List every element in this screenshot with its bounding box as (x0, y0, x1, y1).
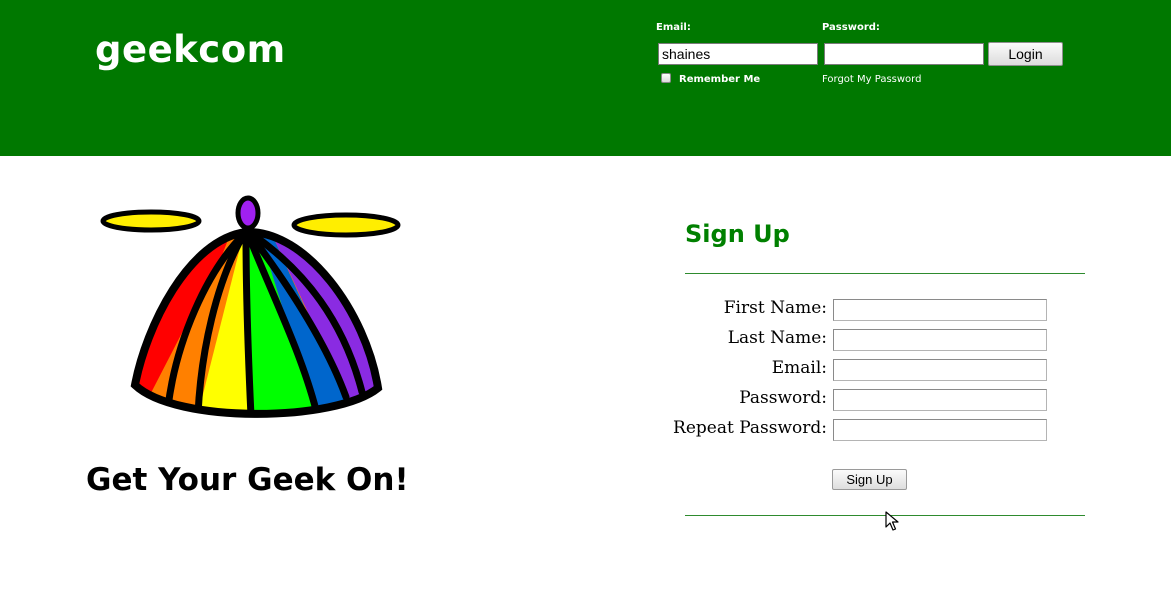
signup-email-label: Email: (771, 358, 827, 378)
remember-me-label: Remember Me (679, 74, 761, 85)
propeller-beanie-icon (100, 195, 401, 418)
forgot-password-link[interactable]: Forgot My Password (822, 74, 921, 85)
signup-top-divider (685, 273, 1085, 274)
hero-tagline: Get Your Geek On! (86, 462, 409, 498)
first-name-input[interactable] (833, 299, 1047, 321)
login-email-input[interactable] (658, 43, 818, 65)
site-logo-text[interactable]: geekcom (95, 28, 286, 71)
signup-title: Sign Up (685, 220, 790, 248)
remember-me-checkbox[interactable] (661, 73, 671, 83)
signup-password-input[interactable] (833, 389, 1047, 411)
mouse-cursor-icon (885, 511, 899, 531)
first-name-label: First Name: (723, 298, 827, 318)
signup-email-input[interactable] (833, 359, 1047, 381)
login-email-label: Email: (656, 22, 691, 33)
login-password-input[interactable] (824, 43, 984, 65)
repeat-password-input[interactable] (833, 419, 1047, 441)
login-password-label: Password: (822, 22, 880, 33)
site-header: geekcom Email: Password: Login Remember … (0, 0, 1171, 156)
repeat-password-label: Repeat Password: (673, 418, 827, 438)
signup-button[interactable]: Sign Up (832, 469, 907, 490)
last-name-input[interactable] (833, 329, 1047, 351)
signup-password-label: Password: (739, 388, 827, 408)
login-button[interactable]: Login (988, 42, 1063, 66)
last-name-label: Last Name: (727, 328, 827, 348)
